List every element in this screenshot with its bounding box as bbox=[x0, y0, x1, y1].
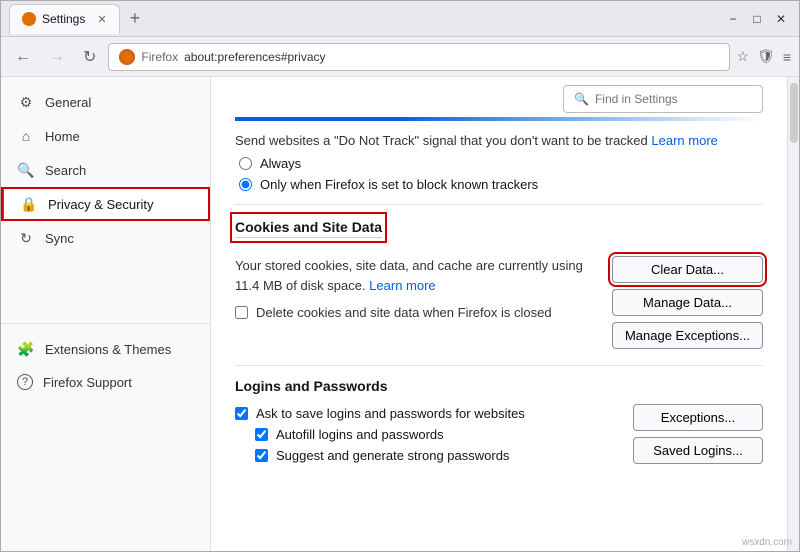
sidebar: ⚙ General ⌂ Home 🔍 Search 🔒 Privacy & Se… bbox=[1, 77, 211, 551]
logins-button-group: Exceptions... Saved Logins... bbox=[633, 404, 763, 464]
firefox-tab-icon bbox=[22, 12, 36, 26]
dnt-learn-more-link[interactable]: Learn more bbox=[651, 133, 717, 148]
tab-close-button[interactable]: ✕ bbox=[97, 13, 106, 26]
manage-data-button[interactable]: Manage Data... bbox=[612, 289, 763, 316]
cookies-heading-wrapper: Cookies and Site Data bbox=[235, 217, 763, 246]
dnt-description: Send websites a "Do Not Track" signal th… bbox=[235, 133, 763, 148]
autofill-label: Autofill logins and passwords bbox=[276, 427, 444, 442]
dnt-text: Send websites a "Do Not Track" signal th… bbox=[235, 133, 648, 148]
cookies-body: Your stored cookies, site data, and cach… bbox=[235, 256, 763, 349]
firefox-logo-icon bbox=[119, 49, 135, 65]
extensions-icon: 🧩 bbox=[17, 340, 35, 358]
sidebar-item-general[interactable]: ⚙ General bbox=[1, 85, 210, 119]
watermark: wsxdn.com bbox=[742, 537, 792, 548]
sidebar-label-search: Search bbox=[45, 163, 86, 178]
search-nav-icon: 🔍 bbox=[17, 161, 35, 179]
sidebar-label-general: General bbox=[45, 95, 91, 110]
settings-tab[interactable]: Settings ✕ bbox=[9, 4, 120, 34]
cookies-description: Your stored cookies, site data, and cach… bbox=[235, 256, 600, 295]
support-icon: ? bbox=[17, 374, 33, 390]
delete-cookies-checkbox[interactable] bbox=[235, 306, 248, 319]
refresh-button[interactable]: ↻ bbox=[77, 43, 102, 71]
dnt-radio-group: Always Only when Firefox is set to block… bbox=[239, 156, 763, 192]
new-tab-button[interactable]: + bbox=[124, 8, 147, 29]
privacy-icon: 🔒 bbox=[20, 195, 38, 213]
saved-logins-button[interactable]: Saved Logins... bbox=[633, 437, 763, 464]
manage-exceptions-button[interactable]: Manage Exceptions... bbox=[612, 322, 763, 349]
logins-heading: Logins and Passwords bbox=[235, 378, 763, 394]
clear-data-button[interactable]: Clear Data... bbox=[612, 256, 763, 283]
sidebar-divider bbox=[1, 323, 210, 324]
nav-icons: ☆ 🛡 ≡ bbox=[736, 48, 791, 65]
bookmark-icon[interactable]: ☆ bbox=[736, 48, 749, 65]
back-button[interactable]: ← bbox=[9, 44, 37, 70]
suggest-option[interactable]: Suggest and generate strong passwords bbox=[255, 448, 525, 463]
url-display: about:preferences#privacy bbox=[184, 50, 719, 64]
autofill-option[interactable]: Autofill logins and passwords bbox=[255, 427, 525, 442]
forward-button[interactable]: → bbox=[43, 44, 71, 70]
content-area: 🔍 Send websites a "Do Not Track" signal … bbox=[211, 77, 787, 551]
dnt-always-label: Always bbox=[260, 156, 301, 171]
tab-area: Settings ✕ + bbox=[9, 4, 715, 34]
logins-row: Ask to save logins and passwords for web… bbox=[235, 404, 763, 464]
sidebar-label-extensions: Extensions & Themes bbox=[45, 342, 171, 357]
title-bar: Settings ✕ + − □ ✕ bbox=[1, 1, 799, 37]
firefox-label: Firefox bbox=[141, 50, 178, 64]
home-icon: ⌂ bbox=[17, 127, 35, 145]
sidebar-label-home: Home bbox=[45, 129, 80, 144]
suggest-label: Suggest and generate strong passwords bbox=[276, 448, 509, 463]
dnt-only-when-label: Only when Firefox is set to block known … bbox=[260, 177, 538, 192]
sidebar-item-sync[interactable]: ↻ Sync bbox=[1, 221, 210, 255]
find-bar-wrapper: 🔍 bbox=[211, 77, 787, 117]
close-button[interactable]: ✕ bbox=[771, 9, 791, 29]
scroll-indicator bbox=[235, 117, 763, 121]
autofill-checkbox[interactable] bbox=[255, 428, 268, 441]
cookies-description-area: Your stored cookies, site data, and cach… bbox=[235, 256, 600, 320]
dnt-only-when-radio[interactable] bbox=[239, 178, 252, 191]
ask-save-label: Ask to save logins and passwords for web… bbox=[256, 406, 525, 421]
sidebar-item-privacy[interactable]: 🔒 Privacy & Security bbox=[1, 187, 210, 221]
logins-options-left: Ask to save logins and passwords for web… bbox=[235, 406, 525, 463]
exceptions-button[interactable]: Exceptions... bbox=[633, 404, 763, 431]
sync-icon: ↻ bbox=[17, 229, 35, 247]
general-icon: ⚙ bbox=[17, 93, 35, 111]
scrollbar-thumb[interactable] bbox=[790, 83, 798, 143]
dnt-only-when-option[interactable]: Only when Firefox is set to block known … bbox=[239, 177, 763, 192]
sidebar-item-search[interactable]: 🔍 Search bbox=[1, 153, 210, 187]
address-bar[interactable]: Firefox about:preferences#privacy bbox=[108, 43, 730, 71]
sidebar-item-extensions[interactable]: 🧩 Extensions & Themes bbox=[1, 332, 210, 366]
scrollbar[interactable] bbox=[787, 77, 799, 551]
minimize-button[interactable]: − bbox=[723, 9, 743, 29]
find-icon: 🔍 bbox=[574, 92, 589, 106]
cookies-button-group: Clear Data... Manage Data... Manage Exce… bbox=[612, 256, 763, 349]
suggest-checkbox[interactable] bbox=[255, 449, 268, 462]
menu-icon[interactable]: ≡ bbox=[783, 49, 791, 65]
ask-save-checkbox[interactable] bbox=[235, 407, 248, 420]
tab-title: Settings bbox=[42, 12, 85, 26]
sidebar-item-home[interactable]: ⌂ Home bbox=[1, 119, 210, 153]
delete-cookies-row: Delete cookies and site data when Firefo… bbox=[235, 305, 600, 320]
sidebar-label-sync: Sync bbox=[45, 231, 74, 246]
sidebar-label-support: Firefox Support bbox=[43, 375, 132, 390]
dnt-always-option[interactable]: Always bbox=[239, 156, 763, 171]
sidebar-label-privacy: Privacy & Security bbox=[48, 197, 153, 212]
dnt-section: Send websites a "Do Not Track" signal th… bbox=[211, 125, 787, 204]
maximize-button[interactable]: □ bbox=[747, 9, 767, 29]
nav-bar: ← → ↻ Firefox about:preferences#privacy … bbox=[1, 37, 799, 77]
find-input[interactable] bbox=[595, 92, 752, 106]
logins-section: Logins and Passwords Ask to save logins … bbox=[211, 366, 787, 480]
cookies-section-heading: Cookies and Site Data bbox=[235, 217, 382, 238]
shield-icon[interactable]: 🛡 bbox=[757, 48, 775, 65]
delete-cookies-label: Delete cookies and site data when Firefo… bbox=[256, 305, 552, 320]
window-controls: − □ ✕ bbox=[723, 9, 791, 29]
ask-save-option[interactable]: Ask to save logins and passwords for web… bbox=[235, 406, 525, 421]
cookies-section: Cookies and Site Data Your stored cookie… bbox=[211, 205, 787, 365]
cookies-learn-more-link[interactable]: Learn more bbox=[369, 278, 435, 293]
sidebar-item-support[interactable]: ? Firefox Support bbox=[1, 366, 210, 398]
dnt-always-radio[interactable] bbox=[239, 157, 252, 170]
find-bar[interactable]: 🔍 bbox=[563, 85, 763, 113]
main-area: ⚙ General ⌂ Home 🔍 Search 🔒 Privacy & Se… bbox=[1, 77, 799, 551]
browser-window: Settings ✕ + − □ ✕ ← → ↻ Firefox about:p… bbox=[0, 0, 800, 552]
